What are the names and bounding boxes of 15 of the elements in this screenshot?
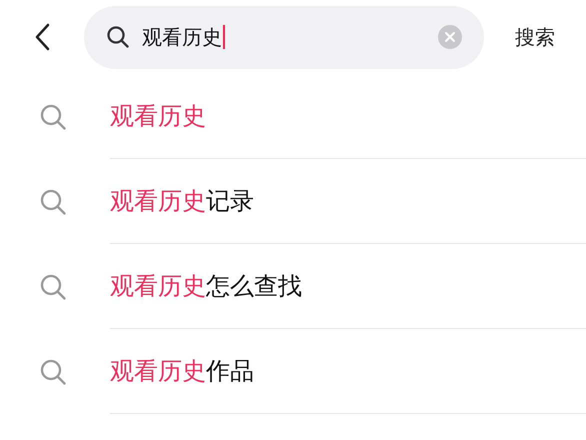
back-icon [34,23,50,51]
search-icon [106,25,130,49]
suggestion-item[interactable]: 观看历史记录 [110,183,254,219]
search-text: 观看历史 [142,27,222,47]
search-button[interactable]: 搜索 [484,22,586,52]
search-field[interactable]: 观看历史 [84,6,484,68]
search-icon [39,272,67,300]
suggestion-item[interactable]: 观看历史 [110,98,206,134]
clear-icon[interactable] [438,25,462,49]
text-cursor [223,25,225,49]
search-icon [39,102,67,130]
search-icon [39,358,67,386]
suggestion-item[interactable]: 观看历史怎么查找 [110,268,302,304]
search-icon [39,188,67,216]
suggestion-item[interactable]: 观看历史作品 [110,353,254,389]
